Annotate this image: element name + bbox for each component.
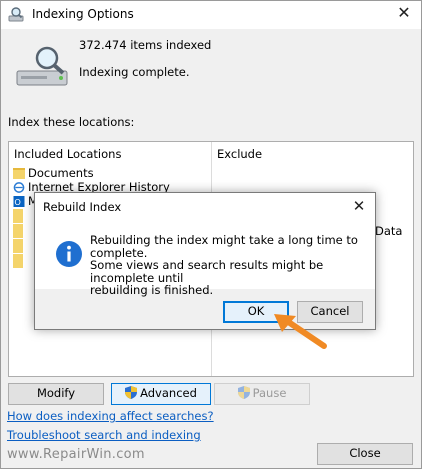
indexing-affect-searches-link[interactable]: How does indexing affect searches?	[7, 409, 214, 423]
outlook-icon: O	[13, 196, 25, 207]
dialog-message-line: Some views and search results might be i…	[90, 258, 324, 285]
title-bar: Indexing Options ✕	[1, 1, 421, 29]
troubleshoot-link[interactable]: Troubleshoot search and indexing	[7, 428, 201, 442]
dialog-title-bar: Rebuild Index ✕	[35, 193, 375, 221]
modify-label: Modify	[36, 386, 76, 400]
pause-button[interactable]: Pause	[214, 383, 310, 405]
location-partial-item[interactable]: Us	[13, 224, 23, 238]
location-label: Documents	[28, 166, 94, 180]
pointer-arrow-icon	[274, 314, 327, 349]
pause-label: Pause	[252, 386, 287, 400]
dialog-message: Rebuilding the index might take a long t…	[90, 234, 372, 297]
exclude-entry-partial: Data	[375, 224, 403, 238]
dialog-body: Rebuilding the index might take a long t…	[35, 221, 375, 296]
window-close-button[interactable]: ✕	[389, 2, 419, 26]
close-button[interactable]: Close	[317, 443, 413, 465]
dialog-message-line: rebuilding is finished.	[90, 283, 214, 297]
exclude-header: Exclude	[217, 147, 263, 161]
ie-history-icon	[13, 182, 25, 193]
indexing-status-message: Indexing complete.	[79, 65, 190, 79]
watermark: www.RepairWin.com	[7, 447, 145, 462]
dialog-title: Rebuild Index	[43, 200, 122, 214]
location-partial-item[interactable]: Vi	[13, 239, 23, 253]
location-partial-item[interactable]: St	[13, 209, 23, 223]
uac-shield-icon	[125, 386, 138, 399]
included-locations-header: Included Locations	[14, 147, 122, 161]
items-indexed-count: 372.474 items indexed	[79, 38, 212, 52]
uac-shield-icon	[237, 386, 250, 399]
location-partial-item[interactable]: W	[13, 254, 23, 268]
index-locations-label: Index these locations:	[8, 115, 135, 129]
info-icon	[56, 241, 82, 267]
ok-label: OK	[247, 304, 265, 318]
dialog-close-button[interactable]: ✕	[347, 196, 371, 218]
modify-button[interactable]: Modify	[8, 383, 104, 405]
documents-icon	[13, 168, 25, 179]
indexing-app-icon	[8, 7, 24, 22]
close-label: Close	[349, 446, 381, 460]
location-documents[interactable]: Documents	[13, 166, 94, 181]
dialog-message-line: Rebuilding the index might take a long t…	[90, 233, 358, 260]
window-title: Indexing Options	[32, 7, 134, 21]
advanced-button[interactable]: Advanced	[111, 383, 211, 405]
svg-text:O: O	[14, 197, 21, 207]
indexing-drive-icon	[16, 46, 68, 86]
advanced-label: Advanced	[140, 386, 197, 400]
